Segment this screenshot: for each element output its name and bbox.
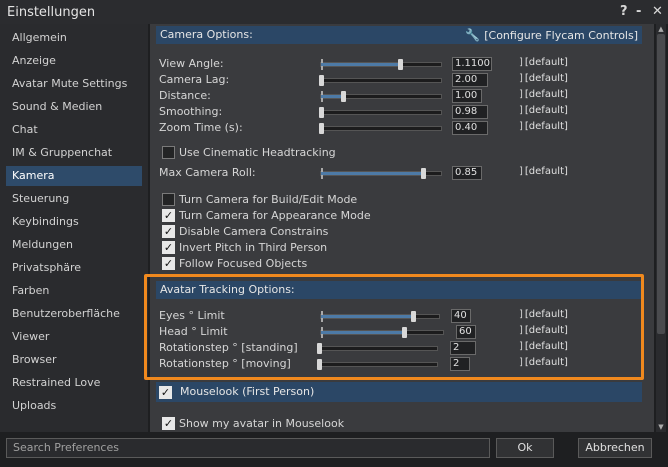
sidebar-item-allgemein[interactable]: Allgemein xyxy=(0,28,148,48)
disable-camera-constrains-checkbox[interactable]: ✓ xyxy=(162,225,175,238)
distance-value[interactable]: 1.00 xyxy=(452,89,482,103)
invert-pitch-label: Invert Pitch in Third Person xyxy=(179,241,328,254)
default-separator: ] xyxy=(519,105,523,116)
turn-camera-appearance-label: Turn Camera for Appearance Mode xyxy=(179,209,371,222)
distance-default-button[interactable]: ] [default] xyxy=(519,89,568,100)
zoom-time-slider[interactable] xyxy=(319,123,442,134)
slider-knob[interactable] xyxy=(319,123,324,134)
cancel-button[interactable]: Abbrechen xyxy=(578,438,652,458)
max-camera-roll-default-button[interactable]: ] [default] xyxy=(519,166,568,177)
sidebar-item-kamera[interactable]: Kamera xyxy=(6,166,142,186)
ok-button[interactable]: Ok xyxy=(496,438,554,458)
slider-knob[interactable] xyxy=(340,91,346,102)
camera-lag-slider[interactable] xyxy=(319,75,442,86)
camera-options-title: Camera Options: xyxy=(160,28,253,41)
window-title: Einstellungen xyxy=(7,5,96,20)
content-scrollbar[interactable]: ▲ ▼ xyxy=(656,24,666,432)
smoothing-value[interactable]: 0.98 xyxy=(452,105,488,119)
default-label: [default] xyxy=(524,166,568,177)
sidebar-item-benutzeroberflaeche[interactable]: Benutzeroberfläche xyxy=(0,304,148,324)
follow-focused-objects-checkbox[interactable]: ✓ xyxy=(162,257,175,270)
configure-flycam-button[interactable]: 🔧 [Configure Flycam Controls] xyxy=(465,26,638,45)
slider-knob[interactable] xyxy=(421,168,426,179)
title-bar: Einstellungen ? - ✕ xyxy=(0,0,668,24)
sidebar-item-farben[interactable]: Farben xyxy=(0,281,148,301)
slider-knob[interactable] xyxy=(319,107,324,118)
view-angle-default-button[interactable]: ] [default] xyxy=(519,57,568,68)
slider-fill xyxy=(321,95,343,98)
default-separator: ] xyxy=(519,166,523,177)
sidebar-item-sound[interactable]: Sound & Medien xyxy=(0,97,148,117)
scroll-thumb[interactable] xyxy=(657,34,665,334)
sidebar-item-viewer[interactable]: Viewer xyxy=(0,327,148,347)
max-camera-roll-label: Max Camera Roll: xyxy=(159,166,256,179)
sidebar-item-chat[interactable]: Chat xyxy=(0,120,148,140)
sidebar-item-keybindings[interactable]: Keybindings xyxy=(0,212,148,232)
max-camera-roll-value[interactable]: 0.85 xyxy=(452,166,482,180)
sidebar-item-avatar-mute[interactable]: Avatar Mute Settings xyxy=(0,74,148,94)
camera-lag-default-button[interactable]: ] [default] xyxy=(519,73,568,84)
slider-knob[interactable] xyxy=(398,59,404,70)
sidebar-item-browser[interactable]: Browser xyxy=(0,350,148,370)
default-label: [default] xyxy=(524,73,568,84)
close-icon[interactable]: ✕ xyxy=(652,4,663,19)
camera-lag-label: Camera Lag: xyxy=(159,73,230,86)
camera-lag-value[interactable]: 2.00 xyxy=(452,73,488,87)
invert-pitch-checkbox[interactable]: ✓ xyxy=(162,241,175,254)
sidebar-item-meldungen[interactable]: Meldungen xyxy=(0,235,148,255)
camera-options-header: Camera Options: 🔧 [Configure Flycam Contr… xyxy=(156,26,642,44)
zoom-time-default-button[interactable]: ] [default] xyxy=(519,121,568,132)
distance-label: Distance: xyxy=(159,89,211,102)
search-preferences-input[interactable]: Search Preferences xyxy=(6,438,490,458)
show-avatar-mouselook-label: Show my avatar in Mouselook xyxy=(179,417,345,430)
cinematic-headtracking-label: Use Cinematic Headtracking xyxy=(179,146,336,159)
disable-camera-constrains-label: Disable Camera Constrains xyxy=(179,225,329,238)
view-angle-label: View Angle: xyxy=(159,57,224,70)
zoom-time-label: Zoom Time (s): xyxy=(159,121,243,134)
scroll-up-icon[interactable]: ▲ xyxy=(656,24,666,34)
minimize-icon[interactable]: - xyxy=(636,4,641,19)
sidebar-item-restrained-love[interactable]: Restrained Love xyxy=(0,373,148,393)
sidebar-item-uploads[interactable]: Uploads xyxy=(0,396,148,416)
sidebar-item-steuerung[interactable]: Steuerung xyxy=(0,189,148,209)
slider-fill xyxy=(321,63,401,66)
sidebar-item-anzeige[interactable]: Anzeige xyxy=(0,51,148,71)
turn-camera-appearance-checkbox[interactable]: ✓ xyxy=(162,209,175,222)
highlight-annotation xyxy=(144,274,644,380)
show-avatar-mouselook-checkbox[interactable]: ✓ xyxy=(162,417,175,430)
turn-camera-build-checkbox[interactable] xyxy=(162,193,175,206)
mouselook-header-label: Mouselook (First Person) xyxy=(180,385,315,398)
turn-camera-build-label: Turn Camera for Build/Edit Mode xyxy=(179,193,358,206)
default-label: [default] xyxy=(524,57,568,68)
wrench-icon: 🔧 xyxy=(465,28,481,42)
view-angle-value[interactable]: 1.1100 xyxy=(452,57,492,71)
default-separator: ] xyxy=(519,73,523,84)
default-separator: ] xyxy=(519,121,523,132)
default-label: [default] xyxy=(524,121,568,132)
help-icon[interactable]: ? xyxy=(620,4,628,19)
sidebar-item-privatsphaere[interactable]: Privatsphäre xyxy=(0,258,148,278)
follow-focused-objects-label: Follow Focused Objects xyxy=(179,257,308,270)
view-angle-slider[interactable] xyxy=(320,59,442,70)
mouselook-checkbox[interactable]: ✓ xyxy=(159,386,172,399)
smoothing-default-button[interactable]: ] [default] xyxy=(519,105,568,116)
default-separator: ] xyxy=(519,89,523,100)
default-label: [default] xyxy=(524,105,568,116)
cinematic-headtracking-checkbox[interactable] xyxy=(162,146,175,159)
scroll-down-icon[interactable]: ▼ xyxy=(656,422,666,432)
default-label: [default] xyxy=(524,89,568,100)
sidebar-item-im[interactable]: IM & Gruppenchat xyxy=(0,143,148,163)
zoom-time-value[interactable]: 0.40 xyxy=(452,121,488,135)
default-separator: ] xyxy=(519,57,523,68)
slider-fill xyxy=(321,172,423,175)
configure-flycam-label: [Configure Flycam Controls] xyxy=(484,29,638,42)
max-camera-roll-slider[interactable] xyxy=(320,168,442,179)
mouselook-header: Mouselook (First Person) xyxy=(156,382,642,402)
smoothing-label: Smoothing: xyxy=(159,105,223,118)
sidebar: Allgemein Anzeige Avatar Mute Settings S… xyxy=(0,24,148,432)
smoothing-slider[interactable] xyxy=(319,107,442,118)
distance-slider[interactable] xyxy=(320,91,442,102)
slider-knob[interactable] xyxy=(319,75,324,86)
